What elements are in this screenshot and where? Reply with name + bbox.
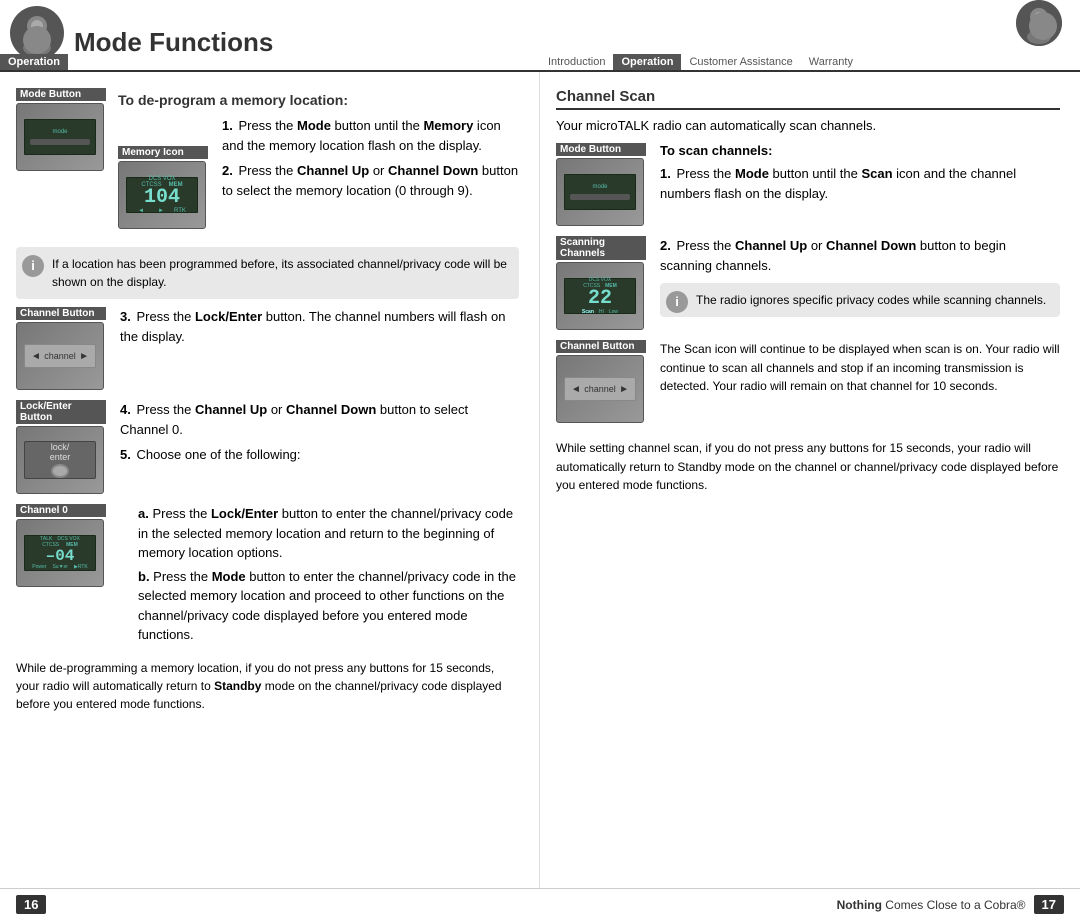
scan-body-container: The Scan icon will continue to be displa… xyxy=(660,340,1060,396)
scan-step-2-container: 2. Press the Channel Up or Channel Down … xyxy=(660,236,1060,317)
sub-step-a: a. Press the Lock/Enter button to enter … xyxy=(138,504,519,563)
radio-sim-channel: ◄ channel ► xyxy=(16,322,104,390)
radio-sim-memory: DCS VOX CTCSSMEM 104 ◄►RTK xyxy=(118,161,206,229)
sidebar-scanning-channels: Scanning Channels DCS VOX CTCSSMEM 22 Sc… xyxy=(556,236,646,330)
scan-standby-note: While setting channel scan, if you do no… xyxy=(556,439,1060,495)
steps-3-5: 3. Press the Lock/Enter button. The chan… xyxy=(120,307,519,346)
step-1: 1. Press the Mode button until the Memor… xyxy=(222,116,519,155)
channel-scan-heading: Channel Scan xyxy=(556,88,1060,110)
scanning-channels-label: Scanning Channels xyxy=(556,236,646,260)
note-box-scan: i The radio ignores specific privacy cod… xyxy=(660,283,1060,317)
scan-body-text: The Scan icon will continue to be displa… xyxy=(660,340,1060,396)
header-icon-left xyxy=(10,6,64,60)
note-text-scan: The radio ignores specific privacy codes… xyxy=(696,293,1046,307)
note-icon-1: i xyxy=(22,255,44,277)
page-num-right-container: Nothing Comes Close to a Cobra® 17 xyxy=(540,895,1080,914)
sidebar-mode-button-right: Mode Button mode xyxy=(556,143,646,226)
sidebar-channel-right-label: Channel Button xyxy=(556,340,646,353)
header-right: Introduction Operation Customer Assistan… xyxy=(540,0,1080,72)
note-icon-scan: i xyxy=(666,291,688,313)
operation-label-left: Operation xyxy=(0,54,68,70)
page-num-left-container: 16 xyxy=(0,895,540,914)
step-4: 4. Press the Channel Up or Channel Down … xyxy=(120,400,519,439)
scan-steps-heading: To scan channels: xyxy=(660,143,1060,158)
sidebar-channel-label: Channel Button xyxy=(16,307,106,320)
header-icon-right xyxy=(1016,0,1062,46)
page-right: Channel Scan Your microTALK radio can au… xyxy=(540,72,1080,888)
step-3: 3. Press the Lock/Enter button. The chan… xyxy=(120,307,519,346)
note-box-1: i If a location has been programmed befo… xyxy=(16,247,519,299)
footer-tagline-rest: Comes Close to a Cobra® xyxy=(882,898,1026,912)
radio-sim-scanning: DCS VOX CTCSSMEM 22 ScanHILow xyxy=(556,262,644,330)
page-number-right: 17 xyxy=(1034,895,1064,914)
sidebar-channel-button: Channel Button ◄ channel ► xyxy=(16,307,106,390)
sidebar-mode-button: Mode Button mode xyxy=(16,88,106,171)
radio-sim-channel-right: ◄ channel ► xyxy=(556,355,644,423)
steps-1-2: 1. Press the Mode button until the Memor… xyxy=(222,116,519,200)
page-number-left: 16 xyxy=(16,895,46,914)
sidebar-memory-icon: Memory Icon DCS VOX CTCSSMEM 104 ◄►RTK xyxy=(118,146,208,229)
sidebar-channel-button-right: Channel Button ◄ channel ► xyxy=(556,340,646,423)
sidebar-memory-label: Memory Icon xyxy=(118,146,208,159)
nav-tab-introduction[interactable]: Introduction xyxy=(540,54,613,70)
page-left: Mode Button mode To de-program a memory … xyxy=(0,72,540,888)
nav-tab-operation[interactable]: Operation xyxy=(613,54,681,70)
step-2: 2. Press the Channel Up or Channel Down … xyxy=(222,161,519,200)
footer-tagline: Nothing Comes Close to a Cobra® xyxy=(837,898,1026,912)
sidebar-lockenter-button: Lock/Enter Button lock/ enter xyxy=(16,400,106,494)
sidebar-lockenter-label: Lock/Enter Button xyxy=(16,400,106,424)
note-text-1: If a location has been programmed before… xyxy=(52,257,507,289)
footer-bar: 16 Nothing Comes Close to a Cobra® 17 xyxy=(0,888,1080,920)
sub-step-b: b. Press the Mode button to enter the ch… xyxy=(138,567,519,645)
radio-sim-lock: lock/ enter xyxy=(16,426,104,494)
footer-tagline-bold: Nothing xyxy=(837,898,882,912)
nav-tab-customer[interactable]: Customer Assistance xyxy=(681,54,800,70)
page-title: Mode Functions xyxy=(74,27,273,58)
scan-step-1: 1. Press the Mode button until the Scan … xyxy=(660,164,1060,203)
scan-steps-container: To scan channels: 1. Press the Mode butt… xyxy=(660,143,1060,203)
step-5: 5. Choose one of the following: xyxy=(120,445,519,465)
sidebar-mode-right-label: Mode Button xyxy=(556,143,646,156)
nav-tab-warranty[interactable]: Warranty xyxy=(801,54,861,70)
nav-tabs: Introduction Operation Customer Assistan… xyxy=(540,54,1080,70)
radio-sim-mode-right: mode xyxy=(556,158,644,226)
sub-steps-container: a. Press the Lock/Enter button to enter … xyxy=(120,504,519,645)
header-left: Mode Functions Operation xyxy=(0,0,540,72)
scan-step-2: 2. Press the Channel Up or Channel Down … xyxy=(660,236,1060,275)
sidebar-channel0-label: Channel 0 xyxy=(16,504,106,517)
sidebar-mode-label: Mode Button xyxy=(16,88,106,101)
deprogram-footer-note: While de-programming a memory location, … xyxy=(16,659,519,713)
sidebar-channel0: Channel 0 TALKDCS VOX CTCSSMEM –04 Power… xyxy=(16,504,106,587)
radio-sim-mode: mode xyxy=(16,103,104,171)
radio-sim-ch0: TALKDCS VOX CTCSSMEM –04 PowerSu▼er▶RTK xyxy=(16,519,104,587)
step-4-container: 4. Press the Channel Up or Channel Down … xyxy=(120,400,519,465)
channel-scan-intro: Your microTALK radio can automatically s… xyxy=(556,118,1060,133)
